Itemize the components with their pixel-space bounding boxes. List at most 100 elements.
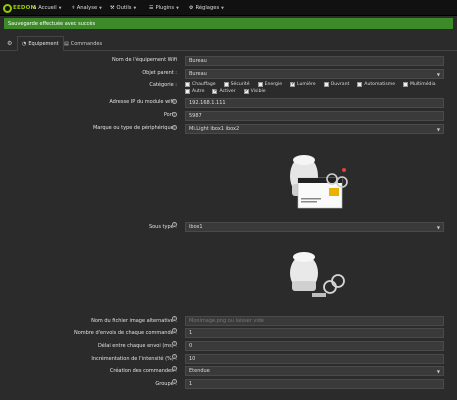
ibox2-product-image [290,155,348,209]
stethoscope-icon: ⚕ [72,5,75,11]
name-input[interactable]: Bureau [185,56,444,66]
tab-bar: ⚙ ◔ Equipement ▤ Commandes [0,33,457,51]
category-option-label: Multimédia [410,82,436,87]
checkbox-checked-icon [212,88,218,94]
chevron-down-icon: ▼ [436,369,440,374]
increment-value: 10 [189,356,196,362]
parent-value: Bureau [189,71,207,77]
category-options: Chauffage Sécurité Energie Lumière Ouvra… [185,81,447,94]
nav-item-accueil[interactable]: ⌂ Accueil ▼ [33,0,61,16]
nav-label: Outils [116,5,132,11]
question-circle-icon[interactable]: ? [172,366,177,371]
subtype-select[interactable]: ibox1 ▼ [185,222,444,232]
subtype-value: ibox1 [189,224,203,230]
nav-item-outils[interactable]: ⚒ Outils ▼ [110,0,136,16]
caret-down-icon: ▼ [99,6,102,10]
gear-icon: ⚙ [7,40,13,47]
question-circle-icon[interactable]: ? [172,328,177,333]
caret-down-icon: ▼ [133,6,137,10]
question-circle-icon[interactable]: ? [172,99,177,104]
ibox1-product-image [290,252,345,297]
jeedom-logo[interactable]: EEDOM [3,2,36,14]
question-circle-icon[interactable]: ? [172,341,177,346]
category-chauffage[interactable]: Chauffage [185,82,216,87]
category-securite[interactable]: Sécurité [223,82,250,87]
list-alt-icon: ▤ [64,40,69,47]
checkbox-checked-icon [290,81,295,87]
category-ouvrant[interactable]: Ouvrant [323,82,349,87]
creation-select[interactable]: Etendue ▼ [185,366,444,376]
chevron-down-icon: ▼ [436,225,440,230]
nav-label: Réglages [195,5,220,11]
category-multimedia[interactable]: Multimédia [403,82,436,87]
parent-label: Objet parent : [142,70,177,76]
chevron-down-icon: ▼ [436,72,440,77]
port-value: 5987 [189,113,202,119]
parent-select[interactable]: Bureau ▼ [185,69,444,79]
category-label: Catégorie : [149,82,177,88]
delay-input[interactable]: 0 [185,341,444,351]
nav-item-reglages[interactable]: ⚙ Réglages ▼ [189,0,224,16]
checkbox-icon [323,82,329,87]
activate-checkbox[interactable]: Activer [212,88,236,94]
question-circle-icon[interactable]: ? [172,379,177,384]
checkbox-icon [185,82,190,87]
increment-label: Incrémentation de l'intensité (%) : [91,356,177,362]
wrench-icon: ⚒ [110,5,115,11]
delay-label: Délai entre chaque envoi (ms) : [97,343,177,349]
name-label: Nom de l'équipement Wifi [112,57,177,63]
group-input[interactable]: 1 [185,379,444,389]
category-lumiere[interactable]: Lumière [290,81,316,87]
device-select[interactable]: Mi.Light ibox1 ibox2 ▼ [185,124,444,134]
sends-label: Nombre d'envois de chaque commande : [74,330,177,336]
category-option-label: Energie [264,82,283,87]
caret-down-icon: ▼ [221,6,224,10]
tasks-icon: ☰ [149,5,154,11]
category-option-label: Sécurité [230,82,250,87]
port-input[interactable]: 5987 [185,111,444,121]
category-option-label: Chauffage [192,82,216,87]
logo-mark-icon [3,3,12,13]
visible-checkbox[interactable]: Visible [243,88,266,94]
question-circle-icon[interactable]: ? [172,112,177,117]
question-circle-icon[interactable]: ? [172,125,177,130]
question-circle-icon[interactable]: ? [172,354,177,359]
visible-label: Visible [250,89,266,94]
tab-commandes[interactable]: ▤ Commandes [60,36,106,51]
category-option-label: Autre [192,89,205,94]
checkbox-checked-icon [243,88,249,94]
tab-label: Equipement [28,40,59,47]
device-label: Marque ou type de périphérique : [92,125,177,131]
ip-value: 192.168.1.111 [189,100,226,106]
ip-input[interactable]: 192.168.1.111 [185,98,444,108]
activate-label: Activer [219,89,236,94]
category-option-label: Automatisme [364,82,396,87]
alt-image-input[interactable]: Monimage.png ou laisser vide [185,316,444,326]
nav-label: Plugins [155,5,175,11]
checkbox-icon [403,82,409,87]
group-value: 1 [189,381,193,387]
category-energie[interactable]: Energie [257,82,283,87]
sends-input[interactable]: 1 [185,328,444,338]
nav-item-analyse[interactable]: ⚕ Analyse ▼ [72,0,102,16]
chevron-down-icon: ▼ [436,127,440,132]
tab-label: Commandes [70,40,103,47]
caret-down-icon: ▼ [176,6,179,10]
nav-item-plugins[interactable]: ☰ Plugins ▼ [149,0,179,16]
category-option-label: Lumière [297,82,316,87]
sends-value: 1 [189,330,193,336]
tab-back[interactable]: ⚙ [3,36,16,51]
tab-equipement[interactable]: ◔ Equipement [17,36,64,51]
device-value: Mi.Light ibox1 ibox2 [189,126,240,132]
creation-value: Etendue [189,368,210,374]
category-autre[interactable]: Autre [185,89,204,94]
category-automatisme[interactable]: Automatisme [357,82,395,87]
checkbox-icon [357,82,363,87]
increment-input[interactable]: 10 [185,354,444,364]
question-circle-icon[interactable]: ? [172,222,177,227]
nav-label: Analyse [76,5,98,11]
name-value: Bureau [189,58,207,64]
checkbox-icon [223,82,229,87]
question-circle-icon[interactable]: ? [172,316,177,321]
success-message: Sauvegarde effectuée avec succès [8,20,96,27]
